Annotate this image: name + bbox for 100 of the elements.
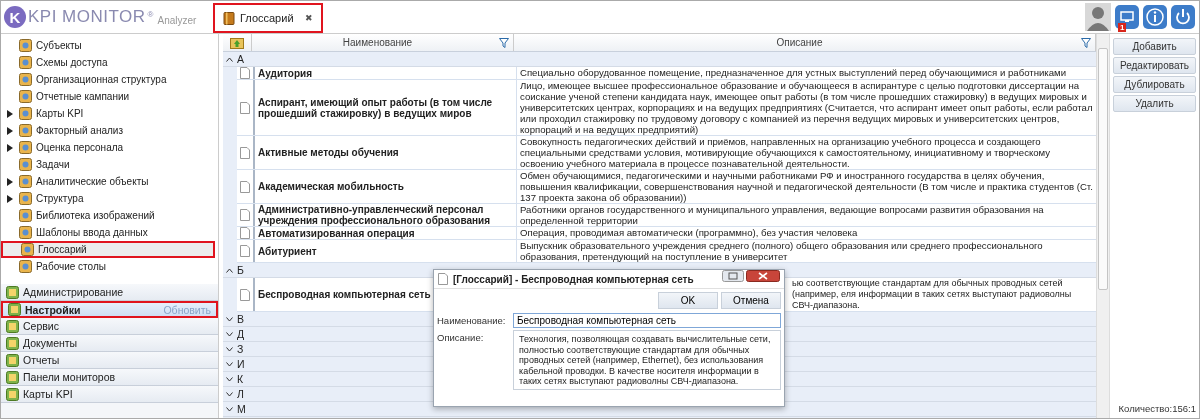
tree-item[interactable]: Глоссарий xyxy=(1,241,215,258)
nav-item[interactable]: Сервис xyxy=(1,318,218,335)
folder-up-icon[interactable] xyxy=(230,36,244,49)
table-cell-text: Совокупность педагогических действий и приёмов, направленных на организацию учебного процесса и создающего специальными средствами условия, мотивирующие обучающихся к самостоятельному, инициативному и творческому освоению учебного материала в процессе познавательной деятельности. xyxy=(519,136,1052,169)
action-button[interactable]: Добавить xyxy=(1113,38,1196,55)
action-button[interactable]: Дублировать xyxy=(1113,76,1196,93)
tile-icon xyxy=(19,107,32,120)
nav-item[interactable]: Документы xyxy=(1,335,218,352)
table-cell-text: Выпускник образовательного учреждения среднего (полного) общего образования или среднего профессионального образования, претендующий на поступление в университет xyxy=(519,240,1044,262)
table-cell: Академическая мобильность xyxy=(255,170,517,203)
tree-item[interactable]: Схемы доступа xyxy=(1,54,215,71)
document-icon xyxy=(240,288,250,301)
chevron-icon[interactable] xyxy=(226,346,233,352)
tree-item[interactable]: Аналитические объекты xyxy=(1,173,215,190)
table-cell-text: Лицо, имеющее высшее профессиональное образование и обучающееся в аспирантуре с целью подготовки диссертации на соискание ученой степени кандидата наук, имеющее опыт работы (в том числе прошедших стажировку) в ведущих мировых и университетских центрах, корпорациях и на ведущих предприятиях (Считается, что аспирант имеет опыт работы, если работал или проходил стажировку по трудовому договору с компанией из перечня ведущих мировых и университетских центров, корпораций и на ведущих предприятий) xyxy=(519,80,1094,135)
tree-item[interactable]: Библиотека изображений xyxy=(1,207,215,224)
tile-icon xyxy=(19,90,32,103)
tree-item[interactable]: Организационная структура xyxy=(1,71,215,88)
table-cell-text: Специально оборудованное помещение, предназначенное для устных выступлений перед обучающимися и работниками xyxy=(519,67,1067,79)
table-cell: Абитуриент xyxy=(255,240,517,262)
expand-arrow-icon[interactable] xyxy=(7,126,13,135)
book-icon xyxy=(223,11,235,25)
dialog-button[interactable]: OK xyxy=(658,292,718,309)
expand-arrow-icon[interactable] xyxy=(7,177,13,186)
description-field[interactable]: Технология, позволяющая создавать вычислительные сети, полностью соответствующие стандартам для обычных проводных сетей (например, Ethernet), без использования кабельной проводки. В качестве носителя информации в таких сетях выступают радиоволны СВЧ-диапазона. xyxy=(513,330,781,390)
tile-icon xyxy=(6,370,19,384)
document-icon xyxy=(240,146,250,159)
chevron-icon[interactable] xyxy=(226,406,233,412)
table-cell: Административно-управленческий персонал учреждения профессионального образования xyxy=(255,204,517,226)
scrollbar[interactable] xyxy=(1096,34,1109,418)
chevron-icon[interactable] xyxy=(226,391,233,397)
chevron-icon[interactable] xyxy=(226,361,233,367)
expand-arrow-icon[interactable] xyxy=(7,109,13,118)
tile-icon xyxy=(19,158,32,171)
power-icon[interactable] xyxy=(1171,5,1195,29)
chevron-icon[interactable] xyxy=(226,267,233,273)
action-button[interactable]: Редактировать xyxy=(1113,57,1196,74)
table-cell-text: ью соответствующие стандартам для обычных проводных сетей (например, еля информации в таких сетях выступают радиоволны СВЧ-диапазона. xyxy=(791,278,1073,311)
chevron-icon[interactable] xyxy=(226,331,233,337)
tree-item[interactable]: Рабочие столы xyxy=(1,258,215,275)
chevron-icon[interactable] xyxy=(226,376,233,382)
close-icon[interactable]: ✖ xyxy=(304,13,313,23)
nav-item[interactable]: Отчеты xyxy=(1,352,218,369)
tile-icon xyxy=(19,56,32,69)
tile-icon xyxy=(19,124,32,137)
table-cell-text: Обмен обучающимися, педагогическими и научными работниками РФ и иностранного государства в целях обучения, повышения квалификации, совершенствования научной и педагогической деятельности (В том числе и практика студентов (Ст. 137 проекта закона об образовании)) xyxy=(519,170,1094,203)
document-icon xyxy=(240,180,250,193)
expand-arrow-icon[interactable] xyxy=(7,143,13,152)
tree-item[interactable]: Задачи xyxy=(1,156,215,173)
tile-icon xyxy=(6,387,19,401)
tile-icon xyxy=(19,141,32,154)
tile-icon xyxy=(19,73,32,86)
filter-icon[interactable] xyxy=(1081,37,1091,48)
name-field[interactable]: Беспроводная компьютерная сеть xyxy=(513,313,781,328)
tile-icon xyxy=(6,336,19,350)
dialog-button[interactable]: Отмена xyxy=(721,292,781,309)
tile-icon xyxy=(19,192,32,205)
info-icon[interactable] xyxy=(1143,5,1167,29)
filter-icon[interactable] xyxy=(499,37,509,48)
tree-item[interactable]: Субъекты xyxy=(1,37,215,54)
document-icon xyxy=(240,209,250,221)
tile-icon xyxy=(19,39,32,52)
table-cell: Активные методы обучения xyxy=(255,136,517,169)
nav-item[interactable]: Администрирование xyxy=(1,284,218,301)
nav-item[interactable]: Настройки Обновить xyxy=(1,301,218,318)
table-cell-text: Работники органов государственного и муниципального управления, ведающие вопросами развития образования на определенной территории xyxy=(519,204,1045,226)
table-cell: Аудитория xyxy=(255,67,517,79)
tree-item[interactable]: Факторный анализ xyxy=(1,122,215,139)
column-header[interactable]: Наименование xyxy=(252,34,514,51)
close-button[interactable] xyxy=(746,270,780,282)
expand-arrow-icon[interactable] xyxy=(7,194,13,203)
monitor-button[interactable]: 1 xyxy=(1115,5,1139,29)
notification-badge: 1 xyxy=(1118,23,1127,32)
nav-item[interactable]: Панели мониторов xyxy=(1,369,218,386)
tree-item[interactable]: Оценка персонала xyxy=(1,139,215,156)
tile-icon xyxy=(6,319,19,333)
tile-icon xyxy=(19,175,32,188)
tile-icon xyxy=(19,226,32,239)
tree-item[interactable]: Структура xyxy=(1,190,215,207)
table-cell-text: Операция, проводимая автоматически (программно), без участия человека xyxy=(519,227,859,239)
logo-icon: K xyxy=(4,6,26,28)
record-count: Количество:156:1 xyxy=(1117,403,1196,414)
tree-item[interactable]: Карты KPI xyxy=(1,105,215,122)
logo-text: KPI MONITOR xyxy=(28,7,146,27)
document-icon xyxy=(438,273,448,285)
tile-icon xyxy=(6,285,19,299)
logo-subtitle: Analyzer xyxy=(157,14,197,26)
chevron-icon[interactable] xyxy=(226,316,233,322)
trademark-sign: ® xyxy=(147,10,154,19)
user-avatar-icon[interactable] xyxy=(1085,3,1111,31)
tile-icon xyxy=(19,260,32,273)
nav-item[interactable]: Карты KPI xyxy=(1,386,218,403)
tab[interactable]: Глоссарий ✖ xyxy=(213,3,323,33)
document-icon xyxy=(240,245,250,257)
field-label: Наименование: xyxy=(437,314,507,326)
tile-icon xyxy=(19,209,32,222)
tree-item[interactable]: Шаблоны ввода данных xyxy=(1,224,215,241)
action-button[interactable]: Удалить xyxy=(1113,95,1196,112)
tree-item[interactable]: Отчетные кампании xyxy=(1,88,215,105)
chevron-icon[interactable] xyxy=(226,56,233,62)
